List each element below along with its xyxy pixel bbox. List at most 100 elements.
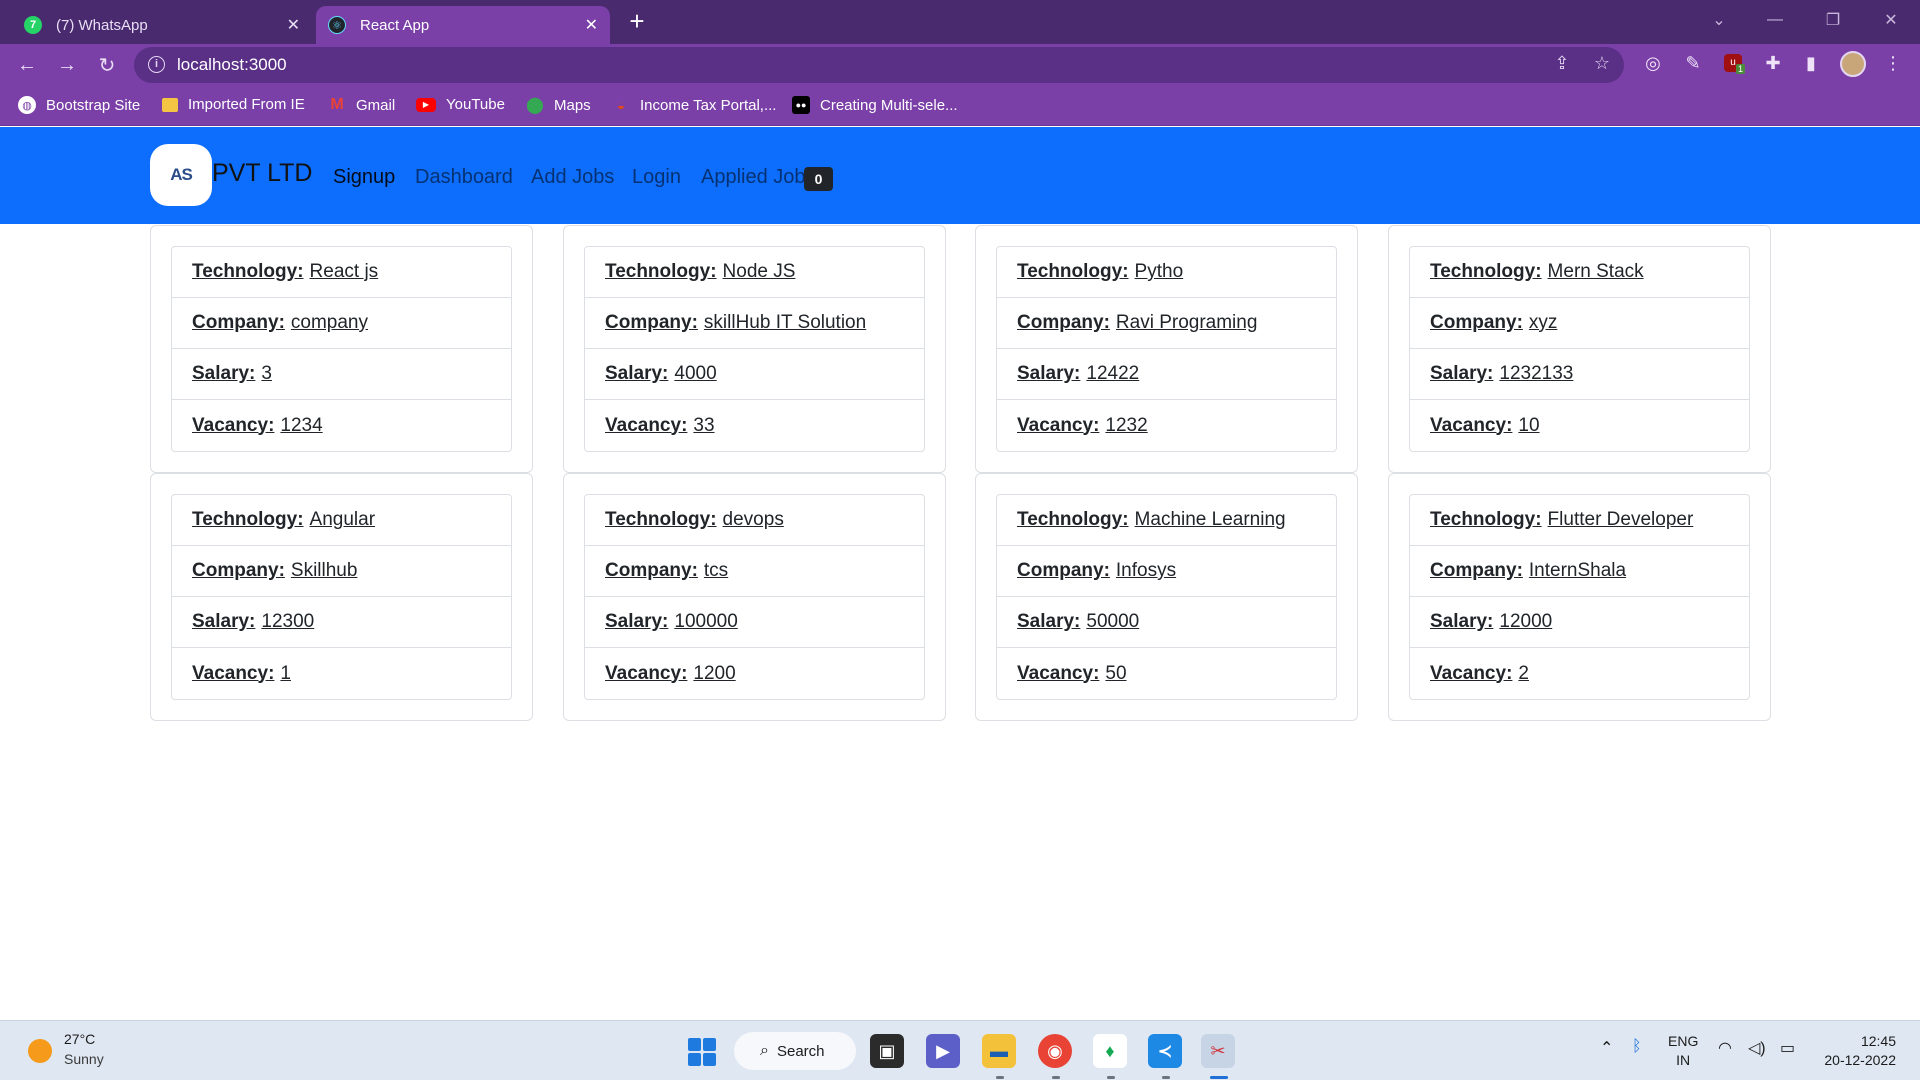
weather-temperature[interactable]: 27°C [64, 1031, 95, 1047]
technology-value: Pytho [1134, 261, 1184, 282]
nav-login[interactable]: Login [632, 166, 681, 189]
vacancy-value: 50 [1105, 662, 1127, 684]
new-tab-button[interactable]: + [622, 6, 652, 36]
battery-icon[interactable]: ▭ [1780, 1038, 1795, 1058]
technology-value: Machine Learning [1134, 509, 1286, 530]
clock-time: 12:45 [1860, 1033, 1896, 1049]
company-value: tcs [703, 560, 729, 581]
input-language[interactable]: ENG IN [1668, 1032, 1698, 1070]
job-details-list: Technology: Flutter Developer Company: Int… [1409, 494, 1750, 700]
file-explorer-icon[interactable]: ▬ [982, 1034, 1016, 1068]
vacancy-label: Vacancy: [1017, 414, 1100, 436]
clock-date: 20-12-2022 [1824, 1052, 1896, 1068]
bookmark-star-icon[interactable]: ☆ [1590, 53, 1614, 77]
company-row: Company: skillHub IT Solution [585, 298, 924, 349]
brand-name[interactable]: PVT LTD [212, 159, 313, 188]
salary-label: Salary: [1017, 363, 1081, 384]
teams-chat-icon[interactable]: ▶ [926, 1034, 960, 1068]
technology-row: Technology: Mern Stack [1410, 247, 1749, 298]
share-icon[interactable]: ⇪ [1550, 53, 1574, 77]
volume-icon[interactable]: ◁) [1748, 1038, 1766, 1058]
profile-avatar[interactable] [1840, 51, 1866, 77]
nav-applied-job[interactable]: Applied Job [701, 166, 806, 189]
extensions-puzzle-icon[interactable]: ✚ [1760, 50, 1786, 76]
company-value: InternShala [1528, 560, 1627, 581]
tab-react-app[interactable]: ⚛ React App ✕ [316, 6, 610, 44]
technology-row: Technology: Angular [172, 495, 511, 546]
technology-value: Node JS [722, 261, 796, 282]
vacancy-label: Vacancy: [605, 414, 688, 436]
side-panel-icon[interactable]: ▮ [1798, 50, 1824, 76]
vscode-icon[interactable]: ≺ [1148, 1034, 1182, 1068]
bookmark-creating-multi-select[interactable]: ●● Creating Multi-sele... [792, 96, 958, 114]
snipping-tool-icon[interactable]: ✂ [1201, 1034, 1235, 1068]
vacancy-row: Vacancy: 33 [585, 400, 924, 451]
bookmark-maps[interactable]: ⬤ Maps [526, 96, 591, 115]
system-clock[interactable]: 12:45 20-12-2022 [1816, 1032, 1896, 1070]
company-value: Ravi Programing [1115, 312, 1258, 333]
task-view-icon[interactable]: ▣ [870, 1034, 904, 1068]
sun-icon[interactable] [28, 1039, 52, 1063]
bookmark-label: Imported From IE [188, 96, 305, 113]
tab-search-icon[interactable]: ⌄ [1696, 0, 1742, 40]
medium-icon: ●● [792, 96, 810, 114]
salary-value: 1232133 [1499, 363, 1574, 384]
nav-dashboard[interactable]: Dashboard [415, 166, 513, 189]
chrome-icon[interactable]: ◉ [1038, 1034, 1072, 1068]
company-row: Company: xyz [1410, 298, 1749, 349]
vacancy-label: Vacancy: [192, 662, 275, 684]
company-value: Infosys [1115, 560, 1177, 581]
tab-whatsapp[interactable]: 7 (7) WhatsApp ✕ [12, 6, 312, 44]
bookmark-label: Creating Multi-sele... [820, 96, 958, 114]
nav-signup[interactable]: Signup [333, 166, 395, 189]
vacancy-value: 1 [280, 662, 291, 684]
technology-row: Technology: Machine Learning [997, 495, 1336, 546]
technology-label: Technology: [192, 509, 304, 530]
wifi-icon[interactable]: ◠ [1718, 1038, 1732, 1058]
company-row: Company: tcs [585, 546, 924, 597]
bookmark-income-tax-portal[interactable]: ◒ Income Tax Portal,... [612, 96, 777, 114]
vacancy-value: 1234 [280, 414, 323, 436]
forward-button[interactable]: → [52, 50, 82, 80]
extension-ublock-icon[interactable]: u 1 [1720, 50, 1746, 76]
minimize-button[interactable]: — [1752, 0, 1798, 40]
taskbar-search[interactable]: ⌕ Search [734, 1032, 856, 1070]
site-info-icon[interactable]: i [148, 56, 165, 73]
vacancy-value: 1200 [693, 662, 736, 684]
menu-kebab-icon[interactable]: ⋮ [1880, 50, 1906, 76]
restore-button[interactable]: ❐ [1810, 0, 1856, 40]
tab-title: (7) WhatsApp [56, 16, 148, 34]
globe-icon: ◍ [18, 96, 36, 114]
reload-button[interactable]: ↻ [92, 50, 122, 80]
extension-pen-icon[interactable]: ✎ [1680, 50, 1706, 76]
bookmark-gmail[interactable]: M Gmail [328, 96, 395, 114]
show-hidden-icons-chevron-icon[interactable]: ⌃ [1600, 1038, 1613, 1058]
language-region: IN [1676, 1052, 1691, 1068]
address-bar[interactable]: i localhost:3000 ⇪ ☆ [134, 47, 1624, 83]
company-row: Company: Skillhub [172, 546, 511, 597]
salary-row: Salary: 100000 [585, 597, 924, 648]
bookmark-imported-from-ie[interactable]: Imported From IE [162, 96, 305, 113]
bookmark-label: Gmail [356, 96, 396, 114]
extension-lens-icon[interactable]: ◎ [1640, 50, 1666, 76]
salary-row: Salary: 12000 [1410, 597, 1749, 648]
mongodb-compass-icon[interactable]: ♦ [1093, 1034, 1127, 1068]
close-tab-icon[interactable]: ✕ [585, 15, 598, 35]
running-indicator [996, 1076, 1004, 1079]
bookmark-bootstrap-site[interactable]: ◍ Bootstrap Site [18, 96, 140, 114]
company-logo[interactable]: AS [150, 144, 212, 206]
bluetooth-icon[interactable]: ᛒ [1632, 1038, 1642, 1056]
job-details-list: Technology: Angular Company: Skillhub Sala… [171, 494, 512, 700]
job-card: Technology: Pytho Company: Ravi Programing… [975, 225, 1358, 473]
back-button[interactable]: ← [12, 50, 42, 80]
job-card: Technology: Machine Learning Company: Info… [975, 473, 1358, 721]
bookmark-youtube[interactable]: ▶ YouTube [416, 96, 505, 113]
weather-condition[interactable]: Sunny [64, 1051, 104, 1067]
windows-start-icon[interactable] [688, 1038, 716, 1066]
close-window-button[interactable]: ✕ [1868, 0, 1914, 40]
applied-count-badge: 0 [804, 167, 833, 191]
company-label: Company: [605, 560, 698, 581]
close-tab-icon[interactable]: ✕ [287, 15, 300, 35]
job-card: Technology: Node JS Company: skillHub IT S… [563, 225, 946, 473]
nav-add-jobs[interactable]: Add Jobs [531, 166, 614, 189]
